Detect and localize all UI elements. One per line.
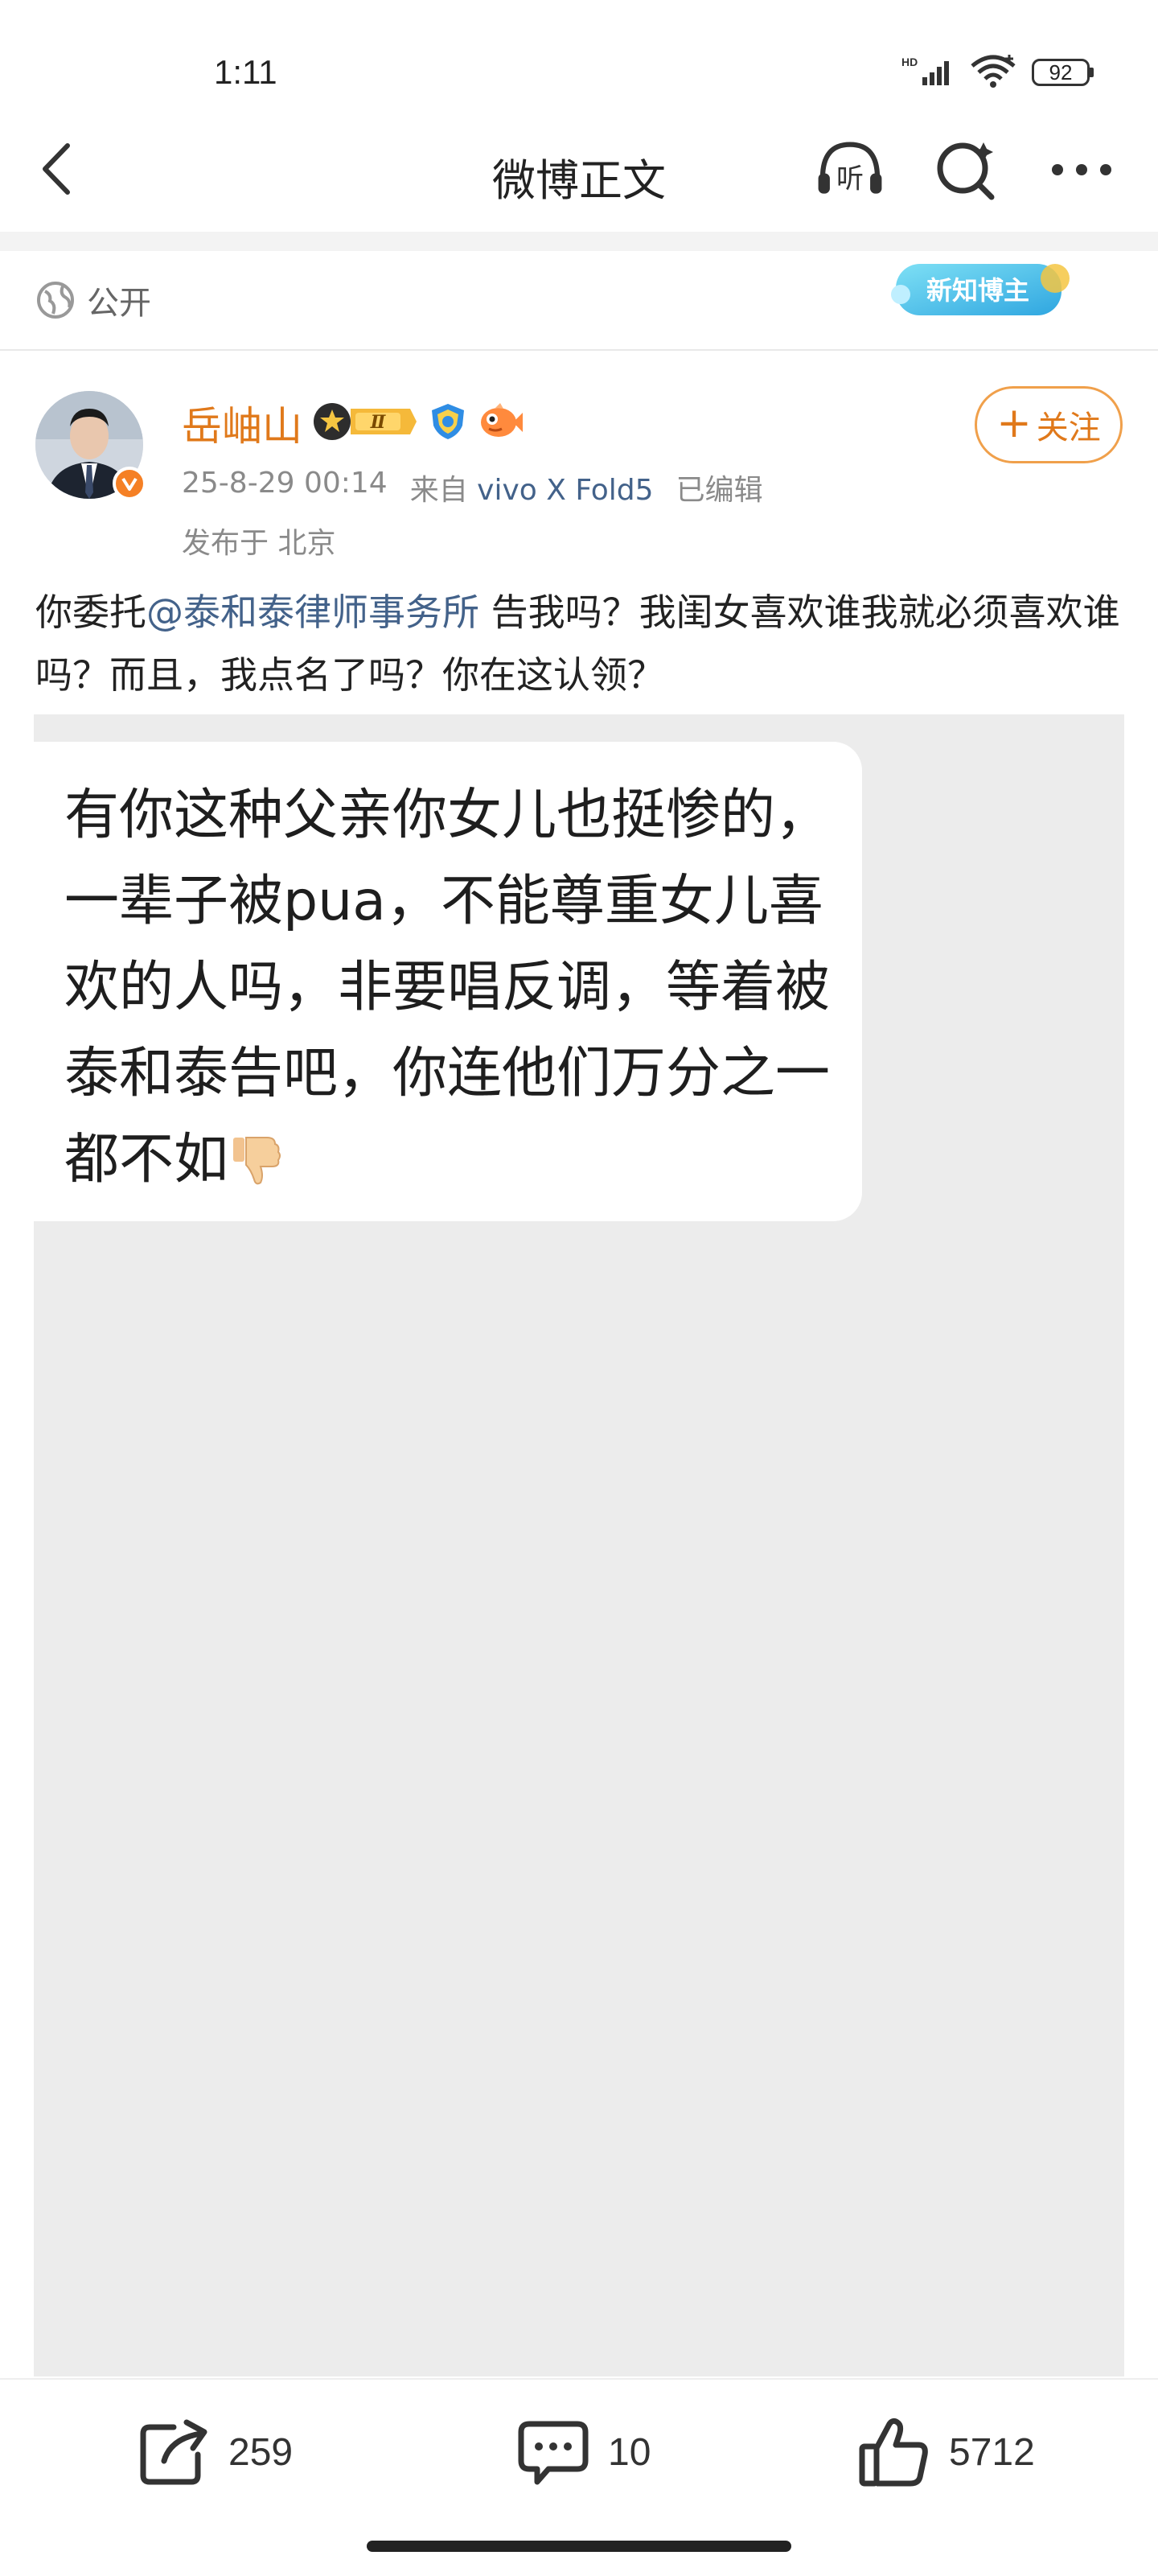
chat-bubble-text: 有你这种父亲你女儿也挺惨的，一辈子被pua，不能尊重女儿喜欢的人吗，非要唱反调，… — [64, 772, 852, 1203]
follow-label: 关注 — [1036, 409, 1101, 446]
post-location: 发布于 北京 — [182, 527, 336, 560]
post-date: 25-8-29 00:14 — [182, 467, 388, 500]
home-indicator[interactable] — [367, 2541, 791, 2552]
comment-count: 10 — [608, 2430, 651, 2474]
wifi-icon — [969, 53, 1017, 92]
comment-button[interactable]: 10 — [516, 2413, 651, 2491]
comment-icon — [518, 2421, 589, 2485]
repost-button[interactable]: 259 — [137, 2413, 293, 2491]
like-icon — [859, 2418, 928, 2487]
share-icon — [140, 2419, 207, 2485]
status-time: 1:11 — [214, 53, 277, 91]
chat-bubble-message: 有你这种父亲你女儿也挺惨的，一辈子被pua，不能尊重女儿喜欢的人吗，非要唱反调，… — [64, 784, 831, 1191]
search-icon — [937, 142, 995, 200]
more-button[interactable] — [1047, 135, 1116, 204]
fish-badge-icon — [478, 401, 523, 445]
like-button[interactable]: 5712 — [857, 2413, 1035, 2491]
listen-icon-text: 听 — [836, 163, 864, 195]
vip-level-text: Ⅱ — [370, 412, 387, 433]
post-device[interactable]: vivo X Fold5 — [477, 474, 653, 507]
author-name[interactable]: 岳岫山 — [182, 394, 302, 452]
post-meta: 25-8-29 00:14 来自 vivo X Fold5 已编辑 — [182, 467, 763, 508]
status-icons: HD 92 — [901, 55, 1094, 90]
battery-icon: 92 — [1032, 59, 1094, 86]
search-button[interactable] — [931, 135, 1000, 204]
author-name-row: 岳岫山 Ⅱ — [182, 394, 523, 452]
shield-badge-icon — [428, 401, 468, 445]
edited-label[interactable]: 已编辑 — [676, 467, 763, 508]
repost-count: 259 — [228, 2430, 294, 2474]
listen-button[interactable]: 听 — [815, 135, 885, 204]
visibility-row: 公开 — [35, 277, 151, 323]
vip-level-icon: Ⅱ — [312, 401, 418, 445]
nav-actions: 听 — [815, 135, 1116, 204]
post-source-prefix: 来自 — [409, 474, 468, 507]
post-text: 你委托@泰和泰律师事务所 告我吗？我闺女喜欢谁我就必须喜欢谁吗？而且，我点名了吗… — [35, 581, 1129, 706]
visibility-label: 公开 — [87, 285, 151, 322]
globe-icon — [37, 282, 74, 319]
post-source: 来自 vivo X Fold5 — [410, 467, 654, 508]
listen-icon: 听 — [818, 142, 882, 195]
plus-icon: + — [996, 399, 1032, 447]
follow-button[interactable]: + 关注 — [975, 386, 1123, 463]
hd-label: HD — [901, 56, 918, 68]
thumbs-down-icon — [228, 1126, 285, 1185]
like-count: 5712 — [949, 2430, 1035, 2474]
new-blogger-badge-text: 新知博主 — [926, 275, 1029, 306]
section-divider — [0, 349, 1158, 351]
header-separator — [0, 232, 1158, 251]
battery-level: 92 — [1032, 59, 1090, 86]
verified-badge-icon — [113, 467, 146, 500]
mention-link[interactable]: @泰和泰律师事务所 — [146, 591, 479, 634]
more-icon — [1052, 164, 1111, 175]
signal-icon: HD — [901, 55, 955, 90]
post-text-before: 你委托 — [35, 591, 146, 634]
new-blogger-badge[interactable]: 新知博主 — [883, 254, 1076, 325]
